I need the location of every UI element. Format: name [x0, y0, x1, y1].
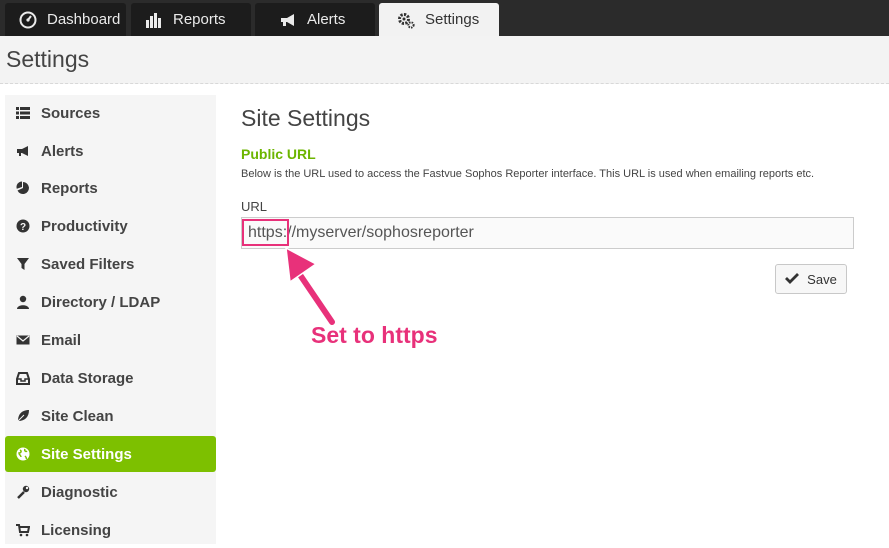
annotation-arrow-icon [285, 246, 336, 326]
sidebar-item-label: Data Storage [41, 369, 134, 387]
sidebar-item-saved-filters[interactable]: Saved Filters [5, 246, 216, 282]
sidebar-item-data-storage[interactable]: Data Storage [5, 360, 216, 396]
sidebar-item-label: Licensing [41, 521, 112, 539]
sidebar-item-productivity[interactable]: ? Productivity [5, 208, 216, 244]
filter-icon [15, 256, 31, 272]
megaphone-icon [279, 11, 297, 29]
sidebar-item-label: Email [41, 331, 82, 349]
save-label: Save [807, 271, 837, 287]
sidebar-item-label: Reports [41, 179, 98, 197]
wrench-icon [15, 484, 31, 500]
save-button[interactable]: Save [775, 264, 847, 294]
top-nav: Dashboard Reports Alerts Settings [0, 0, 889, 36]
inbox-icon [15, 370, 31, 386]
tab-reports[interactable]: Reports [131, 3, 251, 36]
megaphone-icon [15, 143, 31, 159]
tab-label: Alerts [307, 11, 346, 28]
check-icon [785, 272, 800, 287]
page-header: Settings [0, 36, 889, 84]
sidebar-item-label: Diagnostic [41, 483, 118, 501]
annotation-text: Set to https [311, 322, 438, 348]
sidebar-item-site-clean[interactable]: Site Clean [5, 398, 216, 434]
tab-settings[interactable]: Settings [379, 3, 499, 36]
sidebar-item-label: Alerts [41, 142, 84, 160]
sidebar-item-reports[interactable]: Reports [5, 170, 216, 206]
sidebar-item-label: Directory / LDAP [41, 293, 161, 311]
sidebar-item-sources[interactable]: Sources [5, 95, 216, 131]
tab-label: Reports [173, 11, 226, 28]
user-icon [15, 294, 31, 310]
section-heading: Site Settings [241, 105, 371, 131]
sidebar-item-label: Site Clean [41, 407, 114, 425]
page-title: Settings [6, 46, 90, 72]
envelope-icon [15, 332, 31, 348]
cart-icon [15, 522, 31, 538]
sidebar-item-directory-ldap[interactable]: Directory / LDAP [5, 284, 216, 320]
speedometer-icon [19, 11, 37, 29]
sidebar-item-licensing[interactable]: Licensing [5, 512, 216, 548]
sidebar-item-label: Site Settings [41, 445, 132, 463]
leaf-icon [15, 408, 31, 424]
sidebar-item-diagnostic[interactable]: Diagnostic [5, 474, 216, 510]
question-icon: ? [15, 218, 31, 234]
tab-label: Dashboard [47, 11, 121, 28]
gears-icon [397, 11, 415, 29]
list-icon [15, 105, 31, 121]
globe-icon [15, 446, 31, 462]
sidebar-item-site-settings[interactable]: Site Settings [5, 436, 216, 472]
https-highlight-box [242, 219, 289, 246]
sidebar-item-alerts[interactable]: Alerts [5, 133, 216, 169]
sidebar-item-label: Productivity [41, 217, 128, 235]
public-url-heading: Public URL [241, 146, 316, 162]
settings-sidebar: Sources Alerts Reports ? Productivity Sa… [5, 95, 216, 544]
public-url-description: Below is the URL used to access the Fast… [241, 168, 815, 180]
tab-label: Settings [425, 11, 480, 28]
sidebar-item-label: Sources [41, 104, 101, 122]
bar-chart-icon [145, 11, 163, 29]
sidebar-item-label: Saved Filters [41, 255, 135, 273]
tab-dashboard[interactable]: Dashboard [5, 3, 126, 36]
url-label: URL [241, 199, 268, 214]
svg-text:?: ? [20, 222, 26, 233]
sidebar-item-email[interactable]: Email [5, 322, 216, 358]
tab-alerts[interactable]: Alerts [255, 3, 375, 36]
pie-chart-icon [15, 180, 31, 196]
